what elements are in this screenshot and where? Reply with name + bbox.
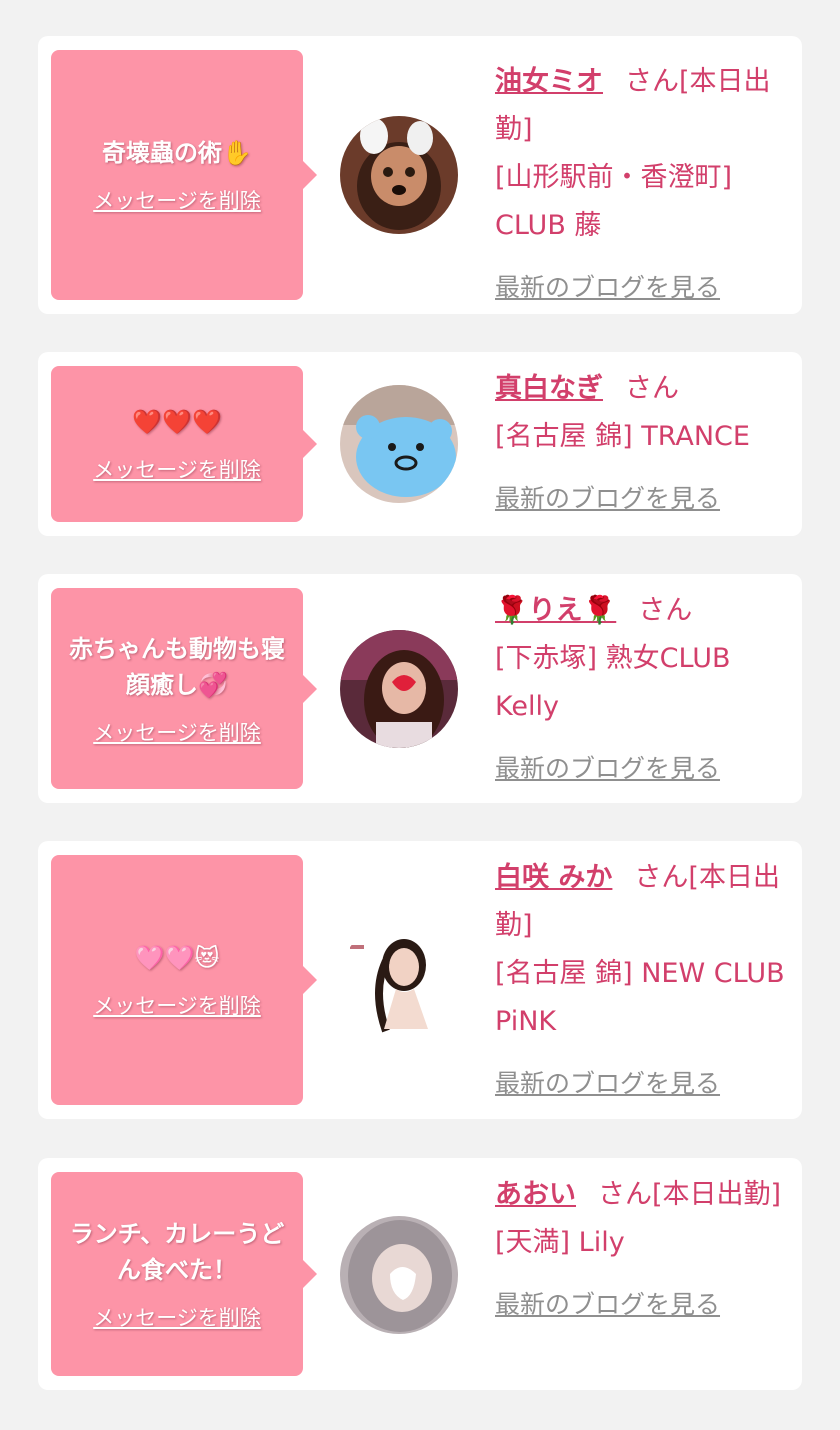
message-list: 奇壊蟲の術✋ メッセージを削除 油女ミオさん[本日出勤] [山形駅前・香澄町] …: [0, 0, 840, 1430]
message-card: 🩷🩷😻 メッセージを削除 白咲 みか さん[本日出勤] [名古屋 錦] NEW C…: [38, 841, 802, 1119]
delete-message-link[interactable]: メッセージを削除: [93, 1302, 261, 1332]
message-text: 奇壊蟲の術✋: [102, 139, 252, 167]
shop-name: [下赤塚] 熟女CLUB Kelly: [495, 643, 731, 722]
avatar[interactable]: [340, 116, 458, 234]
message-bubble: 🩷🩷😻 メッセージを削除: [51, 855, 317, 1105]
honorific: さん[本日出勤]: [598, 1179, 782, 1210]
message-bubble: ランチ、カレーうどん食べた！ メッセージを削除: [51, 1172, 317, 1376]
delete-message-link[interactable]: メッセージを削除: [93, 454, 261, 484]
message-card: 赤ちゃんも動物も寝顔癒し💞 メッセージを削除 🌹りえ🌹 さん [下赤塚] 熟女CL…: [38, 574, 802, 803]
honorific: さん: [638, 595, 693, 626]
shop-name: [名古屋 錦] NEW CLUB PiNK: [495, 958, 785, 1037]
user-name-link[interactable]: 油女ミオ: [495, 66, 603, 97]
delete-message-link[interactable]: メッセージを削除: [93, 717, 261, 747]
message-bubble: ❤️❤️❤️ メッセージを削除: [51, 366, 317, 522]
message-bubble: 奇壊蟲の術✋ メッセージを削除: [51, 50, 317, 300]
honorific: さん: [625, 373, 679, 404]
user-name-link[interactable]: 白咲 みか: [495, 862, 612, 893]
user-name-link[interactable]: 🌹りえ🌹: [495, 595, 616, 626]
delete-message-link[interactable]: メッセージを削除: [93, 990, 261, 1020]
avatar[interactable]: [340, 1216, 458, 1334]
message-text: ❤️❤️❤️: [132, 408, 222, 436]
shop-name: [天満] Lily: [495, 1227, 625, 1258]
message-text: 🩷🩷😻: [134, 944, 220, 972]
message-text: 赤ちゃんも動物も寝顔癒し💞: [69, 634, 285, 699]
message-text: ランチ、カレーうどん食べた！: [69, 1220, 285, 1284]
user-name-link[interactable]: あおい: [495, 1179, 576, 1210]
message-bubble: 赤ちゃんも動物も寝顔癒し💞 メッセージを削除: [51, 588, 317, 789]
shop-name: [山形駅前・香澄町] CLUB 藤: [495, 162, 733, 241]
latest-blog-link[interactable]: 最新のブログを見る: [495, 475, 720, 523]
latest-blog-link[interactable]: 最新のブログを見る: [495, 1060, 720, 1108]
avatar[interactable]: [340, 630, 458, 748]
delete-message-link[interactable]: メッセージを削除: [93, 185, 261, 215]
message-card: 奇壊蟲の術✋ メッセージを削除 油女ミオ さん[本日出勤] [山形駅前・香澄町] …: [38, 36, 802, 314]
latest-blog-link[interactable]: 最新のブログを見る: [495, 1281, 720, 1329]
user-name-link[interactable]: 真白なぎ: [495, 373, 603, 404]
shop-name: [名古屋 錦] TRANCE: [495, 421, 750, 452]
avatar[interactable]: [340, 921, 458, 1039]
latest-blog-link[interactable]: 最新のブログを見る: [495, 264, 720, 312]
latest-blog-link[interactable]: 最新のブログを見る: [495, 745, 720, 793]
message-card: ランチ、カレーうどん食べた！ メッセージを削除 あおい さん[本日出勤] [天満]…: [38, 1158, 802, 1390]
message-card: ❤️❤️❤️ メッセージを削除 真白なぎ さん [名古屋 錦] TRANCE 最新…: [38, 352, 802, 536]
avatar[interactable]: [340, 385, 458, 503]
